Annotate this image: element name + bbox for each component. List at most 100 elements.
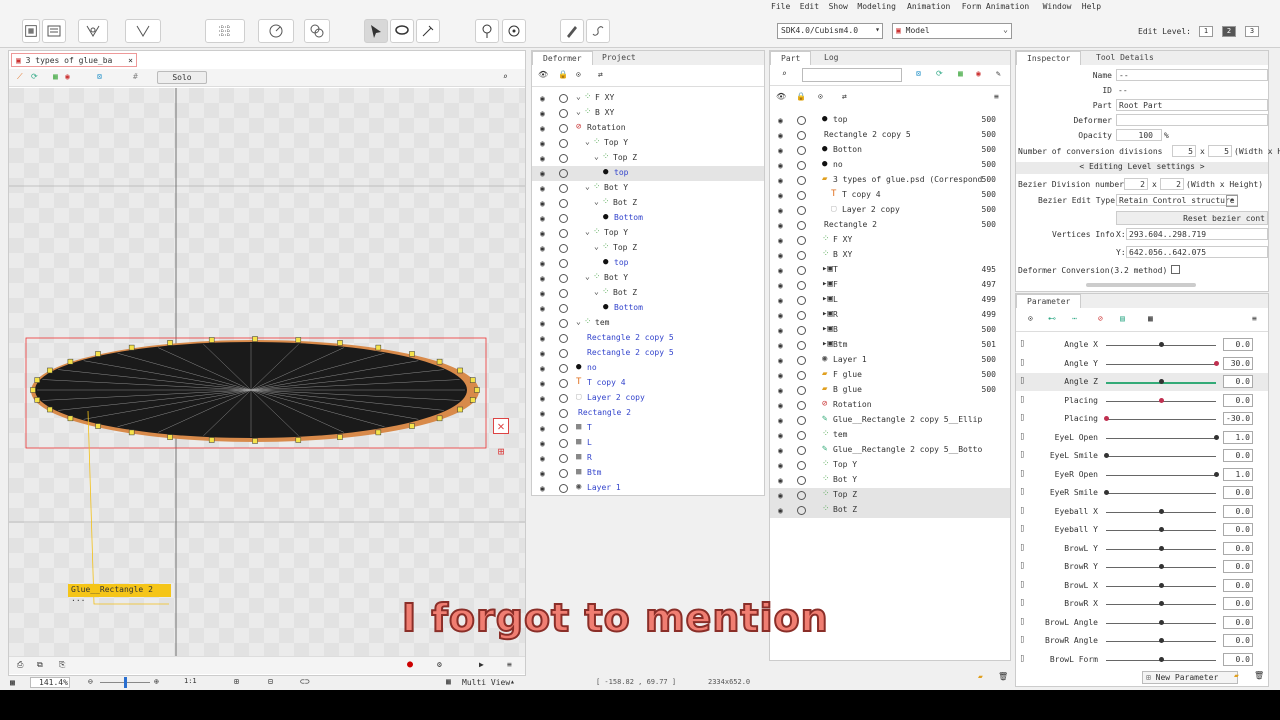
zoom-out-icon[interactable]: ⊖ [88,677,93,686]
target-icon[interactable] [502,19,526,43]
lock-toggle[interactable] [797,296,806,305]
mesh-vertex[interactable] [469,397,476,403]
mesh-vertex[interactable] [409,423,415,429]
deformer-row[interactable]: ◉ ⌄ ⁘ Bot Z [532,286,764,301]
part-row[interactable]: ◉ ● Botton 500 [770,143,1010,158]
part-row[interactable]: ◉ ✎ Glue__Rectangle 2 copy 5__Botto [770,443,1010,458]
lock-toggle[interactable] [559,274,568,283]
deformer-row[interactable]: ◉ T T copy 4 [532,376,764,391]
eye-icon[interactable]: ◉ [540,424,549,433]
deformer-row[interactable]: ◉ Rectangle 2 copy 5 [532,331,764,346]
lock-toggle[interactable] [797,161,806,170]
grid-color-icon[interactable]: ▦ [53,72,58,81]
deformer-row[interactable]: ◉ ■ T [532,421,764,436]
part-row[interactable]: ◉ ▸▣ Btm 501 [770,338,1010,353]
parameter-value[interactable]: 0.0 [1223,523,1253,536]
tab-tool-details[interactable]: Tool Details [1086,51,1164,65]
eye-icon[interactable]: ◉ [778,506,787,515]
part-row[interactable]: ◉ ▸▣ T 495 [770,263,1010,278]
lock-toggle[interactable] [559,424,568,433]
search-input[interactable] [802,68,902,82]
slider-thumb[interactable] [1104,453,1109,458]
deformer-row[interactable]: ◉ ■ L [532,436,764,451]
lock-toggle[interactable] [797,356,806,365]
eye-icon[interactable]: ◉ [778,386,787,395]
slider-thumb[interactable] [1159,527,1164,532]
chevron-down-icon[interactable]: ▾ [1226,195,1238,207]
mesh-edit-icon[interactable] [42,19,66,43]
lock-toggle[interactable] [797,461,806,470]
deformer-row[interactable]: ◉ ⌄ ⁘ tem [532,316,764,331]
lock-toggle[interactable] [559,259,568,268]
part-row[interactable]: ◉ ⁘ Bot Z [770,503,1010,518]
eye-icon[interactable]: ◉ [540,289,549,298]
slider-thumb[interactable] [1159,582,1164,588]
add-key-icon[interactable]: ⊷ [1048,314,1056,323]
delete-icon[interactable]: ✕ [493,418,509,434]
deformer-row[interactable]: ◉ ⌄ ⁘ F XY [532,91,764,106]
lock-toggle[interactable] [559,94,568,103]
lock-toggle[interactable] [559,379,568,388]
lock-toggle[interactable] [559,394,568,403]
eye-icon[interactable]: ◉ [540,229,549,238]
edit-level-button[interactable]: 2 [1222,26,1236,37]
lock-toggle[interactable] [797,176,806,185]
slider-thumb[interactable] [1159,638,1164,643]
eye-icon[interactable]: ◉ [778,311,787,320]
mesh-vertex[interactable] [457,406,463,413]
deformer-row[interactable]: ◉ ■ R [532,451,764,466]
parameter-slider[interactable] [1106,493,1216,494]
eye-icon[interactable]: ◉ [540,154,549,163]
eye-icon[interactable]: ◉ [778,281,787,290]
parameter-value[interactable]: -30.0 [1223,412,1253,425]
lock-toggle[interactable] [559,319,568,328]
mesh-vertex[interactable] [295,337,302,343]
rotation-tool-icon[interactable] [258,19,294,43]
parameter-slider[interactable] [1106,456,1216,457]
slider-thumb[interactable] [1104,416,1109,421]
reset-bezier-button[interactable]: Reset bezier cont [1116,211,1268,225]
eye-icon[interactable]: ◉ [778,131,787,140]
deformer-row[interactable]: ◉ ⌄ ⁘ Bot Y [532,271,764,286]
eye-icon[interactable]: ◉ [540,124,549,133]
eye-icon[interactable]: ◉ [540,139,549,148]
chevron-down-icon[interactable]: ⌄ [585,182,590,191]
eye-icon[interactable]: ◉ [540,319,549,328]
parameter-value[interactable]: 0.0 [1223,375,1253,388]
name-field[interactable]: -- [1116,69,1268,81]
zoom-slider-thumb[interactable] [124,677,127,688]
eye-icon[interactable]: 👁 [776,92,786,101]
lock-toggle[interactable] [797,206,806,215]
zoom-in-icon[interactable]: ⊕ [154,677,159,686]
eye-icon[interactable]: ◉ [778,221,787,230]
connect-icon[interactable]: ⟳ [31,72,38,81]
settings-icon[interactable]: ⚙ [437,660,442,669]
eye-icon[interactable]: ◉ [778,161,787,170]
conv-height-field[interactable]: 5 [1208,145,1232,157]
lock-toggle[interactable] [559,349,568,358]
bezier-width-field[interactable]: 2 [1124,178,1148,190]
mesh-vertex[interactable] [337,340,343,346]
menu-item[interactable]: Animation [907,2,950,11]
slider-thumb[interactable] [1159,564,1164,569]
lock-toggle[interactable] [797,311,806,320]
lock-toggle[interactable] [797,221,806,230]
chevron-up-icon[interactable]: ▴ [510,677,515,686]
part-row[interactable]: ◉ ⁘ F XY [770,233,1010,248]
camera-icon[interactable]: ⎙ [17,660,23,670]
eye-icon[interactable]: ◉ [778,341,787,350]
lock-toggle[interactable] [797,371,806,380]
trash-icon[interactable]: 🗑 [998,672,1008,681]
mesh-vertex[interactable] [34,377,41,383]
eye-icon[interactable]: ◉ [540,334,549,343]
bezier-height-field[interactable]: 2 [1160,178,1184,190]
deformer-row[interactable]: ◉ ● top [532,166,764,181]
lock-toggle[interactable] [559,109,568,118]
grid-icon[interactable]: # [133,72,138,81]
pin-icon[interactable] [475,19,499,43]
parameter-value[interactable]: 0.0 [1223,541,1253,555]
slider-thumb[interactable] [1214,434,1219,440]
arrow-select-icon[interactable] [364,19,388,43]
part-row[interactable]: ◉ ⁘ Top Z [770,488,1010,503]
conv-width-field[interactable]: 5 [1172,145,1196,157]
